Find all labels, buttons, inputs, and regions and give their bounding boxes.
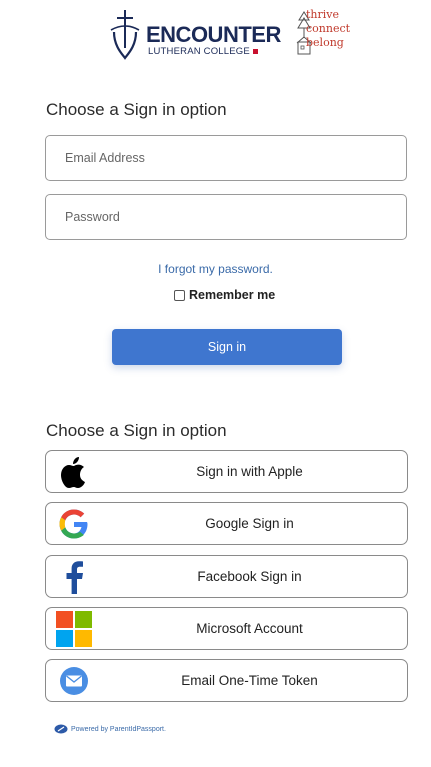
email-icon — [56, 664, 92, 698]
apple-signin-button[interactable]: Sign in with Apple — [45, 450, 408, 493]
apple-icon — [56, 455, 92, 489]
parentidpassport-icon — [54, 724, 68, 734]
google-icon — [56, 507, 92, 541]
remember-me[interactable]: Remember me — [174, 288, 275, 302]
google-signin-label: Google Sign in — [205, 516, 294, 531]
facebook-icon — [56, 560, 92, 594]
microsoft-signin-label: Microsoft Account — [196, 621, 303, 636]
facebook-signin-label: Facebook Sign in — [197, 569, 302, 584]
signin-title: Choose a Sign in option — [46, 100, 227, 119]
remember-me-checkbox[interactable] — [174, 289, 185, 301]
header: ENCOUNTER LUTHERAN COLLEGE thrive connec… — [0, 0, 431, 70]
email-token-signin-label: Email One-Time Token — [181, 673, 318, 688]
microsoft-signin-button[interactable]: Microsoft Account — [45, 607, 408, 650]
powered-by-text: Powered by ParentIdPassport. — [71, 725, 166, 733]
signin-button[interactable]: Sign in — [112, 329, 342, 365]
tagline-word: thrive — [306, 8, 340, 21]
email-input[interactable] — [45, 135, 407, 181]
tagline-word: belong — [306, 36, 344, 49]
providers-title: Choose a Sign in option — [46, 421, 227, 440]
school-subtitle: LUTHERAN COLLEGE — [148, 46, 258, 57]
forgot-password-link[interactable]: I forgot my password. — [0, 262, 431, 276]
tagline-logo: thrive connect belong — [296, 8, 366, 60]
password-input[interactable] — [45, 194, 407, 240]
cross-shield-icon — [110, 10, 140, 60]
facebook-signin-button[interactable]: Facebook Sign in — [45, 555, 408, 598]
school-logo: ENCOUNTER LUTHERAN COLLEGE — [108, 8, 281, 60]
microsoft-icon — [56, 611, 92, 647]
tagline: thrive connect belong — [306, 8, 350, 50]
tagline-word: connect — [306, 22, 351, 35]
google-signin-button[interactable]: Google Sign in — [45, 502, 408, 545]
email-token-signin-button[interactable]: Email One-Time Token — [45, 659, 408, 702]
apple-signin-label: Sign in with Apple — [196, 464, 303, 479]
powered-by[interactable]: Powered by ParentIdPassport. — [54, 724, 166, 734]
remember-me-label: Remember me — [189, 288, 276, 302]
school-name: ENCOUNTER — [146, 22, 281, 47]
